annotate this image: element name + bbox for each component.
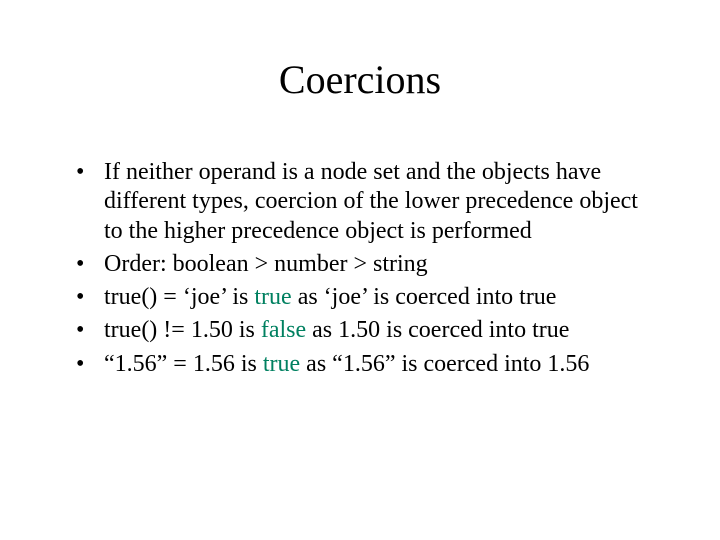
bullet-item: Order: boolean > number > string (70, 250, 660, 279)
bullet-item: true() != 1.50 is false as 1.50 is coerc… (70, 316, 660, 345)
slide-title: Coercions (0, 56, 720, 103)
bullet-item: If neither operand is a node set and the… (70, 158, 660, 246)
bullet-item: true() = ‘joe’ is true as ‘joe’ is coerc… (70, 283, 660, 312)
truth-value: true (263, 351, 300, 377)
bullet-pre: true() = ‘joe’ is (104, 284, 254, 310)
bullet-text: If neither operand is a node set and the… (104, 159, 638, 244)
bullet-pre: “1.56” = 1.56 is (104, 351, 263, 377)
truth-value: true (254, 284, 291, 310)
slide: Coercions If neither operand is a node s… (0, 0, 720, 540)
bullet-post: as 1.50 is coerced into true (306, 317, 569, 343)
bullet-text: Order: boolean > number > string (104, 251, 428, 277)
bullet-pre: true() != 1.50 is (104, 317, 261, 343)
slide-body: If neither operand is a node set and the… (70, 158, 660, 383)
bullet-post: as “1.56” is coerced into 1.56 (300, 351, 589, 377)
bullet-item: “1.56” = 1.56 is true as “1.56” is coerc… (70, 350, 660, 379)
bullet-list: If neither operand is a node set and the… (70, 158, 660, 379)
bullet-post: as ‘joe’ is coerced into true (292, 284, 557, 310)
truth-value: false (261, 317, 306, 343)
